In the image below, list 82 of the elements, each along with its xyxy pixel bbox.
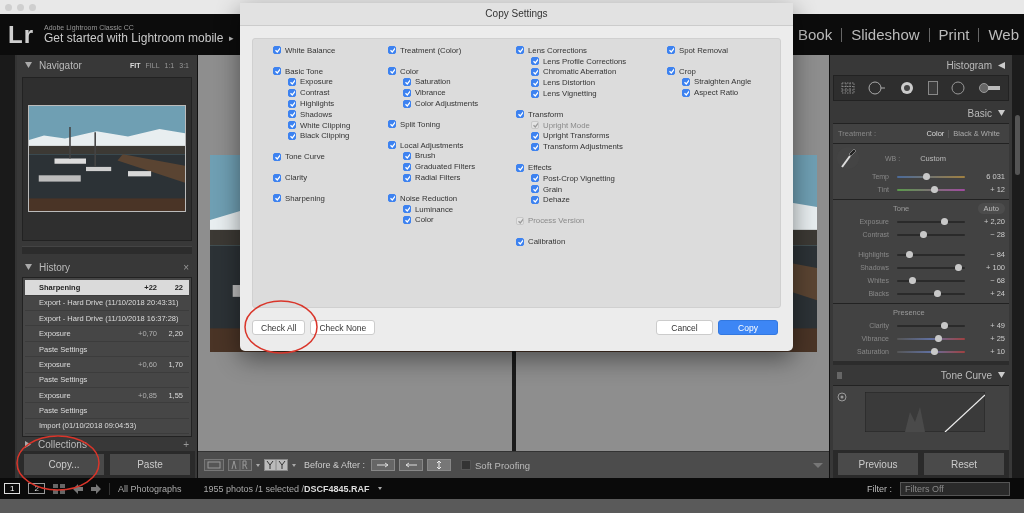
panel-title: Collections <box>38 438 87 450</box>
previous-button[interactable]: Previous <box>837 452 919 476</box>
panel-title: Tone Curve <box>940 369 992 381</box>
panel-title: Histogram <box>946 59 992 71</box>
scrollbar-thumb[interactable] <box>1015 115 1020 175</box>
collapse-triangle-icon[interactable] <box>998 372 1005 378</box>
checkmark-icon <box>274 173 280 182</box>
app-logo: Lr <box>8 20 34 49</box>
filter-label: Filter : <box>867 483 892 494</box>
slider-thumb[interactable] <box>954 263 962 271</box>
swap-icon[interactable] <box>427 459 452 471</box>
brush-icon[interactable] <box>979 82 1002 94</box>
slider-thumb[interactable] <box>930 347 938 355</box>
slider-thumb[interactable] <box>930 185 938 193</box>
graduated-filter-icon[interactable] <box>927 81 938 95</box>
collapse-triangle-icon[interactable] <box>998 61 1005 69</box>
copy-left-icon[interactable] <box>399 459 424 471</box>
back-arrow-icon[interactable] <box>72 483 83 494</box>
cancel-button[interactable]: Cancel <box>656 320 713 335</box>
slider-thumb[interactable] <box>922 172 930 180</box>
checkmark-icon <box>274 194 280 203</box>
dropdown-caret-icon[interactable] <box>377 487 382 490</box>
ring-icon[interactable] <box>900 81 915 95</box>
check-all-button[interactable]: Check All <box>252 320 306 335</box>
checkmark-icon <box>668 46 674 55</box>
paste-button[interactable]: Paste <box>109 453 191 476</box>
filter-dropdown[interactable]: Filters Off <box>900 481 1010 496</box>
module-tab[interactable]: Web <box>979 26 1024 43</box>
soft-proofing-checkbox[interactable] <box>461 460 472 470</box>
forward-arrow-icon[interactable] <box>90 483 101 494</box>
dropdown-caret-icon[interactable] <box>292 463 296 467</box>
crop-grid-icon[interactable] <box>840 82 855 94</box>
collapse-triangle-icon[interactable] <box>998 110 1005 116</box>
panel-title: Navigator <box>39 59 82 71</box>
collapse-triangle-icon[interactable] <box>25 264 32 271</box>
target-adjust-icon[interactable] <box>837 392 847 402</box>
slider-thumb[interactable] <box>940 321 948 329</box>
slider-thumb[interactable] <box>909 276 917 284</box>
copy-right-icon[interactable] <box>371 459 396 471</box>
checkmark-icon <box>389 46 395 55</box>
copy-button[interactable]: Copy... <box>23 453 105 476</box>
slider-thumb[interactable] <box>934 334 942 342</box>
checkmark-icon <box>517 216 523 225</box>
module-tab[interactable]: Book <box>789 26 842 43</box>
dialog-title: Copy Settings <box>240 3 793 26</box>
slider-track[interactable] <box>897 175 965 178</box>
collapse-triangle-icon[interactable] <box>25 62 32 68</box>
close-icon[interactable]: × <box>183 261 189 273</box>
checkmark-icon <box>274 152 280 161</box>
copy-button[interactable]: Copy <box>718 320 778 335</box>
spot-removal-icon[interactable] <box>868 81 887 95</box>
panel-title: History <box>39 261 71 273</box>
slider-track[interactable] <box>897 188 965 191</box>
source-label[interactable]: All Photographs <box>117 483 182 494</box>
before-after-side-icon[interactable] <box>264 459 288 471</box>
toolbar-label: Before & After : <box>304 460 366 470</box>
module-tab[interactable]: Print <box>929 26 979 43</box>
checkmark-icon <box>274 46 280 55</box>
panel-title: Basic <box>967 107 992 119</box>
window-tab[interactable]: 1 <box>4 483 21 494</box>
photo-count: 1955 photos /1 selected / <box>203 483 305 494</box>
slider-track[interactable] <box>897 337 965 340</box>
add-icon[interactable]: + <box>183 438 189 450</box>
slider-thumb[interactable] <box>920 230 928 238</box>
grid-icon[interactable] <box>52 483 65 494</box>
toggle-switch-icon[interactable] <box>837 371 842 379</box>
checkmark-icon <box>517 237 523 246</box>
slider-thumb[interactable] <box>905 250 913 258</box>
check-none-button[interactable]: Check None <box>310 320 376 335</box>
checkbox-label: Soft Proofing <box>475 459 530 471</box>
mobile-promo-link[interactable]: Get started with Lightroom mobile <box>44 31 224 45</box>
slider-track[interactable] <box>897 350 965 353</box>
slider-thumb[interactable] <box>940 217 948 225</box>
expand-triangle-icon[interactable] <box>25 440 31 448</box>
expand-arrow[interactable]: ▸ <box>229 33 235 43</box>
module-tab[interactable]: Slideshow <box>842 26 929 43</box>
reset-button[interactable]: Reset <box>923 452 1005 476</box>
dropdown-caret-icon[interactable] <box>256 463 260 467</box>
radial-filter-icon[interactable] <box>951 81 966 95</box>
file-name[interactable]: DSCF4845.RAF <box>304 483 370 494</box>
slider-thumb[interactable] <box>933 289 941 297</box>
checkmark-icon <box>389 120 395 129</box>
